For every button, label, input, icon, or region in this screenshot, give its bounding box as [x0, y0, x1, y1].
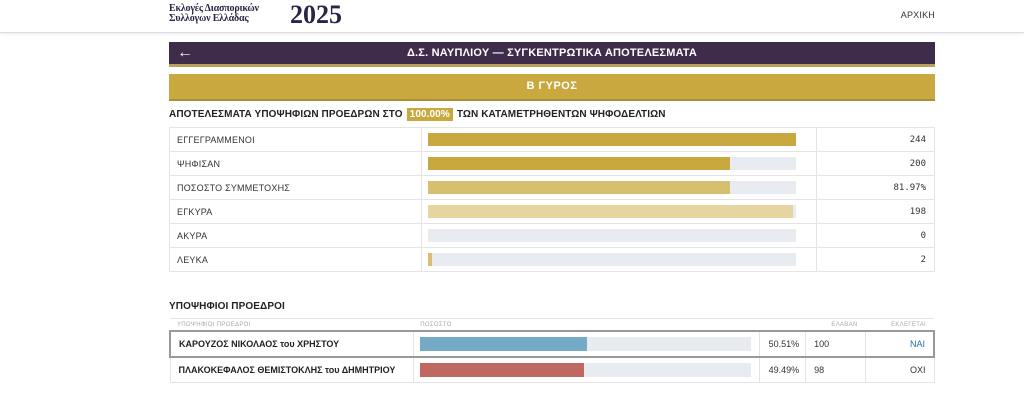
stats-row: ΕΓΚΥΡΑ 198 — [168, 199, 935, 224]
stat-bar-cell — [421, 247, 818, 272]
stat-bar-cell — [421, 127, 818, 152]
stat-bar-fill — [428, 205, 793, 218]
candidate-percent: 50.51% — [758, 330, 807, 358]
stat-value: 2 — [816, 247, 935, 272]
results-header: ← Δ.Σ. ΝΑΥΠΛΙΟΥ — ΣΥΓΚΕΝΤΡΩΤΙΚΑ ΑΠΟΤΕΛΕΣ… — [169, 42, 935, 67]
candidate-name: ΠΛΑΚΟΚΕΦΑΛΟΣ ΘΕΜΙΣΤΟΚΛΗΣ του ΔΗΜΗΤΡΙΟΥ — [169, 356, 414, 383]
stat-value: 0 — [816, 223, 935, 248]
candidates-table: ΥΠΟΨΗΦΙΟΙ ΠΡΟΕΔΡΟΙ ΠΟΣΟΣΤΟ ΕΛΑΒΑΝ ΕΚΛΕΓΕ… — [168, 318, 936, 383]
stat-bar-track — [428, 157, 797, 170]
summary-title-prefix: ΑΠΟΤΕΛΕΣΜΑΤΑ ΥΠΟΨΗΦΙΩΝ ΠΡΟΕΔΡΩΝ ΣΤΟ — [169, 109, 403, 120]
stat-bar-cell — [421, 151, 818, 176]
stat-bar-track — [428, 229, 797, 242]
candidate-bar-cell — [412, 356, 760, 383]
page-title: Δ.Σ. ΝΑΥΠΛΙΟΥ — ΣΥΓΚΕΝΤΡΩΤΙΚΑ ΑΠΟΤΕΛΕΣΜΑ… — [406, 47, 698, 59]
stat-value: 244 — [816, 127, 935, 152]
candidate-bar-cell — [412, 330, 760, 358]
turnout-stats-table: ΕΓΓΕΓΡΑΜΜΕΝΟΙ 244 ΨΗΦΙΣΑΝ 200 ΠΟΣΟΣΤΟ ΣΥΜΜΕΤ… — [168, 127, 935, 272]
stat-bar-fill — [428, 253, 433, 266]
summary-title: ΑΠΟΤΕΛΕΣΜΑΤΑ ΥΠΟΨΗΦΙΩΝ ΠΡΟΕΔΡΩΝ ΣΤΟ 100.0… — [169, 108, 666, 121]
col-header-percent: ΠΟΣΟΣΤΟ — [413, 318, 760, 331]
stat-bar-cell — [421, 175, 818, 200]
stat-label: ΕΓΓΕΓΡΑΜΜΕΝΟΙ — [168, 127, 423, 152]
top-navbar: Εκλογές Διασπορικών Συλλόγων Ελλάδας 202… — [0, 0, 1024, 33]
stat-label: ΑΚΥΡΑ — [168, 223, 423, 248]
candidate-votes: 100 — [805, 330, 867, 358]
stats-row: ΑΚΥΡΑ 0 — [168, 223, 935, 248]
stats-row: ΕΓΓΕΓΡΑΜΜΕΝΟΙ 244 — [168, 127, 935, 152]
stat-bar-fill — [428, 157, 731, 170]
logo-year[interactable]: 2025 — [290, 1, 342, 29]
stat-bar-track — [428, 133, 797, 146]
stats-row: ΠΟΣΟΣΤΟ ΣΥΜΜΕΤΟΧΗΣ 81.97% — [168, 175, 935, 200]
candidate-elected: ΝΑΙ — [865, 330, 936, 358]
stat-bar-fill — [428, 133, 797, 146]
stat-bar-track — [428, 205, 797, 218]
stat-label: ΛΕΥΚΑ — [168, 247, 423, 272]
stats-row: ΛΕΥΚΑ 2 — [168, 247, 935, 272]
candidates-title: ΥΠΟΨΗΦΙΟΙ ΠΡΟΕΔΡΟΙ — [169, 301, 285, 312]
candidate-percent: 49.49% — [758, 356, 807, 383]
site-logo-text[interactable]: Εκλογές Διασπορικών Συλλόγων Ελλάδας — [169, 4, 259, 24]
col-header-votes: ΕΛΑΒΑΝ — [805, 318, 866, 331]
col-header-name: ΥΠΟΨΗΦΙΟΙ ΠΡΟΕΔΡΟΙ — [170, 318, 414, 331]
stat-bar-track — [428, 181, 797, 194]
candidate-elected: ΟΧΙ — [865, 356, 935, 383]
stat-bar-cell — [421, 223, 818, 248]
candidate-bar-track — [419, 363, 751, 377]
candidate-votes: 98 — [805, 356, 867, 383]
stat-label: ΠΟΣΟΣΤΟ ΣΥΜΜΕΤΟΧΗΣ — [168, 175, 423, 200]
candidate-row[interactable]: ΚΑΡΟΥΖΟΣ ΝΙΚΟΛΑΟΣ του ΧΡΗΣΤΟΥ 50.51% 100 ΝΑ… — [168, 330, 936, 358]
logo-line-2: Συλλόγων Ελλάδας — [169, 13, 249, 24]
summary-title-suffix: ΤΩΝ ΚΑΤΑΜΕΤΡΗΘΕΝΤΩΝ ΨΗΦΟΔΕΛΤΙΩΝ — [456, 109, 666, 120]
stat-value: 198 — [816, 199, 935, 224]
home-link[interactable]: ΑΡΧΙΚΗ — [901, 10, 935, 20]
candidates-header-row: ΥΠΟΨΗΦΙΟΙ ΠΡΟΕΔΡΟΙ ΠΟΣΟΣΤΟ ΕΛΑΒΑΝ ΕΚΛΕΓΕ… — [170, 318, 934, 331]
stat-value: 200 — [816, 151, 935, 176]
candidate-bar-fill — [419, 337, 587, 351]
stat-value: 81.97% — [816, 175, 935, 200]
candidate-bar-fill — [419, 363, 584, 377]
counted-percent-badge: 100.00% — [406, 108, 453, 121]
col-header-elected: ΕΚΛΕΓΕΤΑΙ — [865, 318, 934, 331]
candidate-row[interactable]: ΠΛΑΚΟΚΕΦΑΛΟΣ ΘΕΜΙΣΤΟΚΛΗΣ του ΔΗΜΗΤΡΙΟΥ 49… — [169, 356, 935, 383]
stat-bar-track — [428, 253, 797, 266]
stat-bar-fill — [428, 181, 731, 194]
stat-label: ΕΓΚΥΡΑ — [168, 199, 423, 224]
stat-label: ΨΗΦΙΣΑΝ — [168, 151, 423, 176]
candidate-bar-track — [419, 337, 751, 351]
stats-row: ΨΗΦΙΣΑΝ 200 — [168, 151, 935, 176]
stat-bar-cell — [421, 199, 818, 224]
candidate-name: ΚΑΡΟΥΖΟΣ ΝΙΚΟΛΑΟΣ του ΧΡΗΣΤΟΥ — [168, 330, 414, 358]
round-banner: Β ΓΥΡΟΣ — [169, 74, 935, 101]
